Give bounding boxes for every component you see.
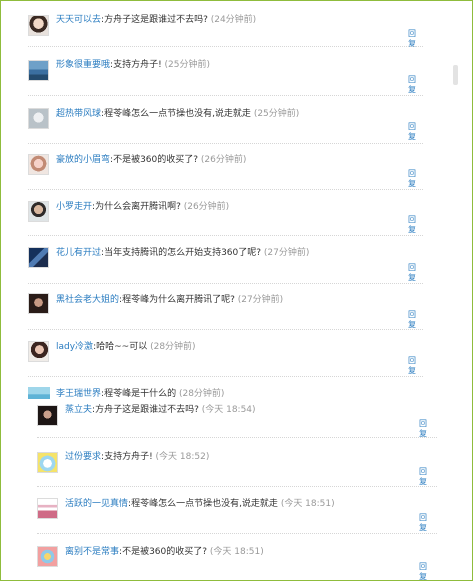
comment-line: 活跃的一见真情:程苓峰怎么一点节操也没有,说走就走 (今天 18:51) (65, 498, 335, 510)
comment-username[interactable]: 天天可以去 (56, 15, 101, 25)
avatar-colorful-icon[interactable] (37, 546, 58, 567)
comment-text: 程苓峰为什么离开腾讯了呢? (122, 295, 235, 305)
reply-button[interactable]: 回复 (408, 122, 416, 142)
comment-timestamp: (今天 18:51) (280, 499, 335, 509)
comment-line: 豪放的小眉弯:不是被360的收买了? (26分钟前) (56, 154, 246, 166)
comment-line: 花儿有开过:当年支持腾讯的怎么开始支持360了呢? (27分钟前) (56, 247, 309, 259)
comment-username[interactable]: 过份要求 (65, 452, 101, 462)
reply-button[interactable]: 回复 (419, 562, 427, 580)
comment-username[interactable]: 李王瑞世界 (56, 389, 101, 399)
comment-timestamp: (27分钟前) (263, 248, 310, 258)
avatar-pale-portrait-icon[interactable] (28, 108, 49, 129)
comment-text: 支持方舟子! (104, 452, 153, 462)
comment-line: 蒸立夫:方舟子这是跟谁过不去吗? (今天 18:54) (65, 404, 256, 416)
comment-text: 不是被360的收买了? (122, 547, 208, 557)
comment-username[interactable]: 花儿有开过 (56, 248, 101, 258)
comment-divider (28, 329, 423, 330)
comment-line: 黑社会老大姐的:程苓峰为什么离开腾讯了呢? (27分钟前) (56, 294, 283, 306)
reply-button[interactable]: 回复 (408, 310, 416, 330)
comment-divider (28, 46, 423, 47)
comment-timestamp: (24分钟前) (210, 15, 257, 25)
comment-username[interactable]: 黑社会老大姐的 (56, 295, 119, 305)
comment-text: 当年支持腾讯的怎么开始支持360了呢? (104, 248, 262, 258)
comment-username[interactable]: 活跃的一见真情 (65, 499, 128, 509)
comment-divider (37, 437, 437, 438)
comment-divider (28, 376, 423, 377)
comment-line: 李王瑞世界:程苓峰是干什么的 (28分钟前) (56, 388, 224, 400)
reply-button[interactable]: 回复 (419, 419, 427, 439)
comment-username[interactable]: 超热带风球 (56, 109, 101, 119)
comment-timestamp: (25分钟前) (164, 60, 211, 70)
comment-line: 天天可以去:方舟子这是跟谁过不去吗? (24分钟前) (56, 14, 256, 26)
comment-timestamp: (28分钟前) (150, 342, 196, 352)
reply-button[interactable]: 回复 (419, 467, 427, 487)
comment-username[interactable]: 形象很重要哦 (56, 60, 110, 70)
comment-timestamp: (今天 18:51) (209, 547, 264, 557)
comment-text: 不是被360的收买了? (113, 155, 199, 165)
reply-button[interactable]: 回复 (408, 215, 416, 235)
comment-timestamp: (27分钟前) (237, 295, 284, 305)
comment-line: lady冷激:哈哈~~可以 (28分钟前) (56, 341, 196, 353)
reply-button[interactable]: 回复 (408, 75, 416, 95)
scrollbar-thumb[interactable] (453, 65, 458, 85)
avatar-sky-icon[interactable] (28, 387, 50, 399)
avatar-woman-portrait-icon[interactable] (28, 15, 49, 36)
comment-divider (28, 143, 423, 144)
avatar-dark-blue-icon[interactable] (28, 247, 49, 268)
comment-line: 超热带风球:程苓峰怎么一点节操也没有,说走就走 (25分钟前) (56, 108, 299, 120)
comment-timestamp: (今天 18:52) (155, 452, 210, 462)
comment-username[interactable]: 蒸立夫 (65, 405, 92, 415)
comment-timestamp: (今天 18:54) (201, 405, 256, 415)
comment-username[interactable]: 小罗走开 (56, 202, 92, 212)
comment-divider (37, 533, 437, 534)
avatar-stripes-icon[interactable] (37, 498, 58, 519)
avatar-girl-dark-icon[interactable] (37, 405, 58, 426)
comment-line: 小罗走开:为什么会离开腾讯啊? (26分钟前) (56, 201, 229, 213)
avatar-lady-portrait-icon[interactable] (28, 341, 49, 362)
comment-text: 方舟子这是跟谁过不去吗? (104, 15, 208, 25)
reply-button[interactable]: 回复 (408, 263, 416, 283)
comment-timestamp: (25分钟前) (253, 109, 300, 119)
comment-text: 程苓峰是干什么的 (104, 389, 177, 399)
comment-username[interactable]: lady冷激 (56, 342, 93, 352)
comment-divider (28, 235, 423, 236)
avatar-man-portrait-icon[interactable] (28, 201, 49, 222)
comment-divider (28, 189, 423, 190)
comment-text: 程苓峰怎么一点节操也没有,说走就走 (131, 499, 278, 509)
avatar-cartoon-icon[interactable] (37, 452, 58, 473)
reply-button[interactable]: 回复 (419, 513, 427, 533)
comment-username[interactable]: 豪放的小眉弯 (56, 155, 110, 165)
comment-timestamp: (26分钟前) (183, 202, 230, 212)
comment-divider (37, 486, 437, 487)
avatar-doll-icon[interactable] (28, 154, 49, 175)
comment-text: 支持方舟子! (113, 60, 162, 70)
comment-text: 方舟子这是跟谁过不去吗? (95, 405, 199, 415)
comment-panel: 天天可以去:方舟子这是跟谁过不去吗? (24分钟前) 回复 形象很重要哦:支持方舟子… (0, 0, 473, 581)
reply-button[interactable]: 回复 (408, 169, 416, 189)
comment-divider (28, 95, 423, 96)
comment-username[interactable]: 离别不是常事 (65, 547, 119, 557)
comment-text: 程苓峰怎么一点节操也没有,说走就走 (104, 109, 251, 119)
reply-button[interactable]: 回复 (408, 356, 416, 376)
comment-line: 过份要求:支持方舟子! (今天 18:52) (65, 451, 209, 463)
comment-line: 离别不是常事:不是被360的收买了? (今天 18:51) (65, 546, 264, 558)
comment-text: 为什么会离开腾讯啊? (95, 202, 181, 212)
comment-text: 哈哈~~可以 (96, 342, 148, 352)
comment-line: 形象很重要哦:支持方舟子! (25分钟前) (56, 59, 210, 71)
comment-divider (28, 283, 423, 284)
avatar-dark-portrait-icon[interactable] (28, 293, 49, 314)
avatar-landscape-icon[interactable] (28, 60, 49, 81)
comment-timestamp: (28分钟前) (178, 389, 225, 399)
comment-timestamp: (26分钟前) (200, 155, 247, 165)
